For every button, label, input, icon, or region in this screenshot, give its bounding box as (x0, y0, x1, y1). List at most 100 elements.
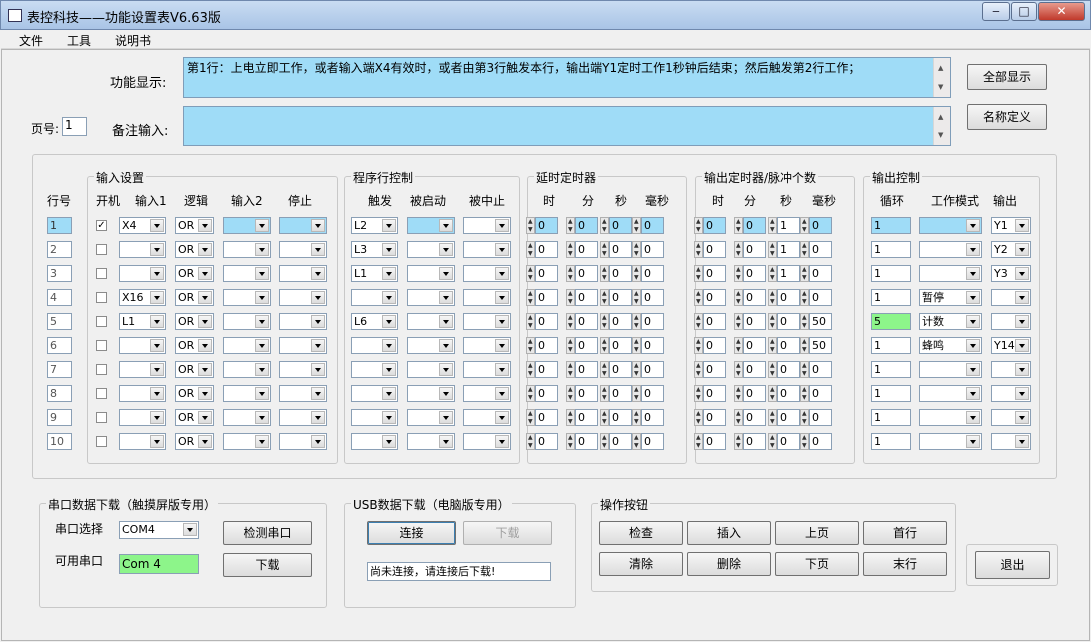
delay-spin-buttons[interactable]: ▲ ▼ (526, 289, 535, 306)
delay-spin-buttons[interactable]: ▲ ▼ (632, 337, 641, 354)
delay-spin-field[interactable]: 0 (641, 289, 664, 306)
output-dropdown[interactable]: Y14 (991, 337, 1031, 354)
out-timer-spin-field[interactable]: 0 (703, 217, 726, 234)
logic-dropdown[interactable]: OR (175, 385, 214, 402)
delay-spin-field[interactable]: 0 (575, 409, 598, 426)
first-row-button[interactable]: 首行 (863, 521, 947, 545)
menu-manual[interactable]: 说明书 (115, 32, 151, 49)
out-timer-spin-buttons[interactable]: ▲ ▼ (800, 361, 809, 378)
power-on-checkbox[interactable] (96, 292, 107, 303)
out-timer-spin-buttons[interactable]: ▲ ▼ (734, 265, 743, 282)
delay-spin-field[interactable]: 0 (609, 313, 632, 330)
out-timer-spin-buttons[interactable]: ▲ ▼ (734, 409, 743, 426)
trigger-dropdown[interactable] (351, 433, 398, 450)
power-on-checkbox[interactable] (96, 388, 107, 399)
started-by-dropdown[interactable] (407, 385, 455, 402)
input2-dropdown[interactable] (223, 265, 271, 282)
trigger-dropdown[interactable]: L6 (351, 313, 398, 330)
out-timer-spin-field[interactable]: 0 (777, 313, 800, 330)
loop-count-field[interactable]: 1 (871, 433, 911, 450)
delay-spin-field[interactable]: 0 (535, 289, 558, 306)
out-timer-spin-field[interactable]: 0 (809, 217, 832, 234)
out-timer-spin-field[interactable]: 1 (777, 241, 800, 258)
menu-file[interactable]: 文件 (19, 32, 43, 49)
delay-spin-field[interactable]: 0 (641, 385, 664, 402)
stop-dropdown[interactable] (279, 433, 327, 450)
power-on-checkbox[interactable] (96, 436, 107, 447)
trigger-dropdown[interactable] (351, 337, 398, 354)
input2-dropdown[interactable] (223, 385, 271, 402)
stop-dropdown[interactable] (279, 313, 327, 330)
out-timer-spin-field[interactable]: 1 (777, 265, 800, 282)
input1-dropdown[interactable]: X4 (119, 217, 166, 234)
out-timer-spin-field[interactable]: 0 (703, 289, 726, 306)
out-timer-spin-field[interactable]: 0 (777, 433, 800, 450)
out-timer-spin-field[interactable]: 0 (809, 433, 832, 450)
stopped-by-dropdown[interactable] (463, 409, 511, 426)
out-timer-spin-buttons[interactable]: ▲ ▼ (694, 385, 703, 402)
out-timer-spin-field[interactable]: 0 (743, 217, 766, 234)
delay-spin-buttons[interactable]: ▲ ▼ (600, 433, 609, 450)
delay-spin-buttons[interactable]: ▲ ▼ (600, 313, 609, 330)
out-timer-spin-field[interactable]: 0 (703, 241, 726, 258)
delay-spin-buttons[interactable]: ▲ ▼ (566, 361, 575, 378)
input1-dropdown[interactable] (119, 433, 166, 450)
logic-dropdown[interactable]: OR (175, 409, 214, 426)
stop-dropdown[interactable] (279, 337, 327, 354)
prev-page-button[interactable]: 上页 (775, 521, 859, 545)
out-timer-spin-field[interactable]: 0 (743, 385, 766, 402)
out-timer-spin-buttons[interactable]: ▲ ▼ (800, 241, 809, 258)
delay-spin-buttons[interactable]: ▲ ▼ (566, 241, 575, 258)
delay-spin-buttons[interactable]: ▲ ▼ (600, 265, 609, 282)
delay-spin-buttons[interactable]: ▲ ▼ (632, 385, 641, 402)
loop-count-field[interactable]: 1 (871, 385, 911, 402)
delay-spin-field[interactable]: 0 (535, 385, 558, 402)
out-timer-spin-buttons[interactable]: ▲ ▼ (768, 313, 777, 330)
logic-dropdown[interactable]: OR (175, 289, 214, 306)
logic-dropdown[interactable]: OR (175, 217, 214, 234)
out-timer-spin-buttons[interactable]: ▲ ▼ (734, 241, 743, 258)
menu-tools[interactable]: 工具 (67, 32, 91, 49)
output-dropdown[interactable]: Y2 (991, 241, 1031, 258)
power-on-checkbox[interactable]: ✓ (96, 220, 107, 231)
delay-spin-buttons[interactable]: ▲ ▼ (526, 385, 535, 402)
delay-spin-buttons[interactable]: ▲ ▼ (526, 313, 535, 330)
delay-spin-field[interactable]: 0 (535, 337, 558, 354)
out-timer-spin-buttons[interactable]: ▲ ▼ (800, 433, 809, 450)
out-timer-spin-field[interactable]: 0 (743, 409, 766, 426)
trigger-dropdown[interactable]: L1 (351, 265, 398, 282)
started-by-dropdown[interactable] (407, 265, 455, 282)
last-row-button[interactable]: 末行 (863, 552, 947, 576)
power-on-checkbox[interactable] (96, 244, 107, 255)
stopped-by-dropdown[interactable] (463, 433, 511, 450)
out-timer-spin-field[interactable]: 0 (703, 337, 726, 354)
out-timer-spin-buttons[interactable]: ▲ ▼ (768, 409, 777, 426)
out-timer-spin-buttons[interactable]: ▲ ▼ (734, 217, 743, 234)
delay-spin-field[interactable]: 0 (535, 217, 558, 234)
out-timer-spin-buttons[interactable]: ▲ ▼ (694, 217, 703, 234)
out-timer-spin-field[interactable]: 0 (743, 337, 766, 354)
delay-spin-buttons[interactable]: ▲ ▼ (566, 433, 575, 450)
delay-spin-buttons[interactable]: ▲ ▼ (566, 265, 575, 282)
stopped-by-dropdown[interactable] (463, 265, 511, 282)
out-timer-spin-field[interactable]: 0 (743, 289, 766, 306)
out-timer-spin-buttons[interactable]: ▲ ▼ (694, 409, 703, 426)
minimize-button[interactable]: ‒ (982, 2, 1010, 21)
show-all-button[interactable]: 全部显示 (967, 64, 1047, 90)
insert-button[interactable]: 插入 (687, 521, 771, 545)
delay-spin-buttons[interactable]: ▲ ▼ (632, 361, 641, 378)
delay-spin-field[interactable]: 0 (609, 361, 632, 378)
output-dropdown[interactable]: Y3 (991, 265, 1031, 282)
work-mode-dropdown[interactable]: 计数 (919, 313, 982, 330)
input2-dropdown[interactable] (223, 337, 271, 354)
out-timer-spin-field[interactable]: 1 (777, 217, 800, 234)
logic-dropdown[interactable]: OR (175, 313, 214, 330)
out-timer-spin-buttons[interactable]: ▲ ▼ (800, 289, 809, 306)
delay-spin-buttons[interactable]: ▲ ▼ (600, 337, 609, 354)
out-timer-spin-buttons[interactable]: ▲ ▼ (768, 265, 777, 282)
out-timer-spin-field[interactable]: 0 (743, 265, 766, 282)
delay-spin-field[interactable]: 0 (641, 337, 664, 354)
out-timer-spin-field[interactable]: 0 (743, 313, 766, 330)
stopped-by-dropdown[interactable] (463, 385, 511, 402)
started-by-dropdown[interactable] (407, 361, 455, 378)
